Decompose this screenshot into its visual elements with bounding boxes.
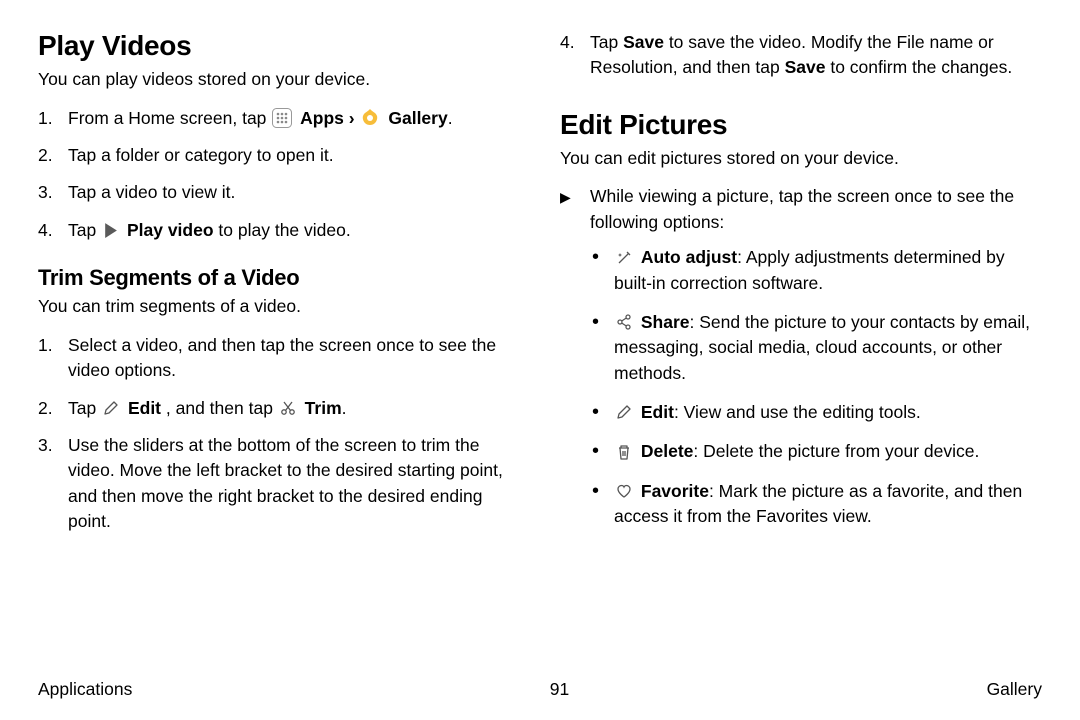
play-videos-intro: You can play videos stored on your devic… — [38, 68, 520, 92]
edit-pictures-heading: Edit Pictures — [560, 109, 1042, 141]
trim-heading: Trim Segments of a Video — [38, 265, 520, 291]
play-video-label: Play video — [127, 220, 214, 240]
scissors-icon — [279, 399, 297, 417]
option-delete: Delete: Delete the picture from your dev… — [592, 439, 1042, 464]
breadcrumb-chevron: › — [349, 108, 360, 128]
continued-steps: Tap Save to save the video. Modify the F… — [560, 30, 1042, 81]
edit-pictures-intro: You can edit pictures stored on your dev… — [560, 147, 1042, 171]
play-videos-heading: Play Videos — [38, 30, 520, 62]
step-2: Tap a folder or category to open it. — [38, 143, 520, 168]
gallery-icon — [360, 108, 380, 128]
cont-step-4: Tap Save to save the video. Modify the F… — [560, 30, 1042, 81]
favorite-icon — [615, 482, 633, 500]
option-share: Share: Send the picture to your contacts… — [592, 310, 1042, 386]
right-column: Tap Save to save the video. Modify the F… — [560, 30, 1042, 546]
step-3: Tap a video to view it. — [38, 180, 520, 205]
play-videos-steps: From a Home screen, tap Apps › Gallery. … — [38, 106, 520, 244]
options-list: Auto adjust: Apply adjustments determine… — [560, 245, 1042, 529]
edit-icon — [102, 399, 120, 417]
option-favorite: Favorite: Mark the picture as a favorite… — [592, 479, 1042, 530]
trim-label: Trim — [305, 398, 342, 418]
footer-left: Applications — [38, 679, 132, 700]
trim-step-2: Tap Edit , and then tap Trim. — [38, 396, 520, 421]
delete-icon — [615, 443, 633, 461]
gallery-label: Gallery — [388, 108, 447, 128]
option-auto-adjust: Auto adjust: Apply adjustments determine… — [592, 245, 1042, 296]
step-4: Tap Play video to play the video. — [38, 218, 520, 243]
edit-label: Edit — [128, 398, 161, 418]
page-number: 91 — [550, 679, 569, 700]
step-1: From a Home screen, tap Apps › Gallery. — [38, 106, 520, 131]
triangle-item: While viewing a picture, tap the screen … — [560, 184, 1042, 235]
trim-steps: Select a video, and then tap the screen … — [38, 333, 520, 535]
page-footer: Applications 91 Gallery — [38, 679, 1042, 700]
auto-adjust-label: Auto adjust — [641, 247, 737, 267]
share-label: Share — [641, 312, 690, 332]
apps-label: Apps — [300, 108, 344, 128]
trim-step-1: Select a video, and then tap the screen … — [38, 333, 520, 384]
favorite-label: Favorite — [641, 481, 709, 501]
footer-right: Gallery — [987, 679, 1042, 700]
play-icon — [102, 222, 119, 239]
trim-intro: You can trim segments of a video. — [38, 295, 520, 319]
edit-icon — [615, 403, 633, 421]
left-column: Play Videos You can play videos stored o… — [38, 30, 520, 546]
share-icon — [615, 313, 633, 331]
auto-adjust-icon — [615, 249, 633, 267]
save-label-2: Save — [785, 57, 826, 77]
edit-option-label: Edit — [641, 402, 674, 422]
save-label-1: Save — [623, 32, 664, 52]
option-edit: Edit: View and use the editing tools. — [592, 400, 1042, 425]
apps-icon — [272, 108, 292, 128]
delete-label: Delete — [641, 441, 694, 461]
trim-step-3: Use the sliders at the bottom of the scr… — [38, 433, 520, 535]
